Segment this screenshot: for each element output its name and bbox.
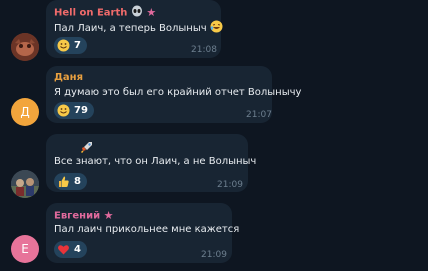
reaction-count: 79: [74, 105, 88, 116]
star-badge-icon: ★: [103, 209, 114, 222]
smiling-emoji-icon: [57, 39, 70, 52]
reaction-smile[interactable]: 7: [54, 37, 87, 54]
reaction-heart[interactable]: 4: [54, 241, 87, 258]
author-name[interactable]: Евгений ★: [54, 209, 113, 222]
author-name[interactable]: Даня: [54, 72, 83, 83]
message-bubble[interactable]: Все знают, что он Лаич, а не Волыныч 8 2…: [46, 134, 256, 192]
message-text: Пал Лаич, а теперь Волыныч: [54, 20, 223, 36]
reaction-count: 7: [74, 40, 81, 51]
reaction-thumbs-up[interactable]: 8: [54, 173, 87, 190]
reaction-smile[interactable]: 79: [54, 102, 94, 119]
message-text: Я думаю это был его крайний отчет Волыны…: [54, 87, 302, 98]
message-bubble[interactable]: Евгений ★ Пал лаич прикольнее мне кажетс…: [46, 203, 239, 263]
reaction-count: 8: [74, 176, 81, 187]
message-time: 21:09: [201, 250, 227, 260]
message-bubble[interactable]: Hell on Earth ★ Пал Лаич, а теперь Волын…: [46, 0, 223, 58]
message-time: 21:07: [246, 110, 272, 120]
reaction-count: 4: [74, 244, 81, 255]
avatar-danya[interactable]: Д: [11, 98, 39, 126]
avatar-evgeniy[interactable]: Е: [11, 235, 39, 263]
avatar-letter: Д: [20, 105, 30, 119]
laughing-emoji-icon: [210, 20, 223, 36]
avatar-letter: Е: [21, 242, 29, 256]
avatar-image: [11, 170, 39, 198]
alien-emoji-icon: [131, 5, 143, 20]
avatar-image: [11, 33, 39, 61]
grinning-emoji-icon: [57, 104, 70, 117]
message-bubble[interactable]: Даня Я думаю это был его крайний отчет В…: [46, 66, 301, 123]
message-time: 21:09: [217, 180, 243, 190]
author-name[interactable]: Hell on Earth ★: [54, 5, 156, 20]
heart-icon: [57, 243, 70, 256]
avatar-hell-on-earth[interactable]: [11, 33, 39, 61]
avatar-user[interactable]: [11, 170, 39, 198]
message-time: 21:08: [191, 45, 217, 55]
message-text: Пал лаич прикольнее мне кажется: [54, 224, 240, 235]
thumbs-up-icon: [57, 175, 70, 188]
star-badge-icon: ★: [146, 6, 157, 19]
message-text: Все знают, что он Лаич, а не Волыныч: [54, 156, 257, 167]
